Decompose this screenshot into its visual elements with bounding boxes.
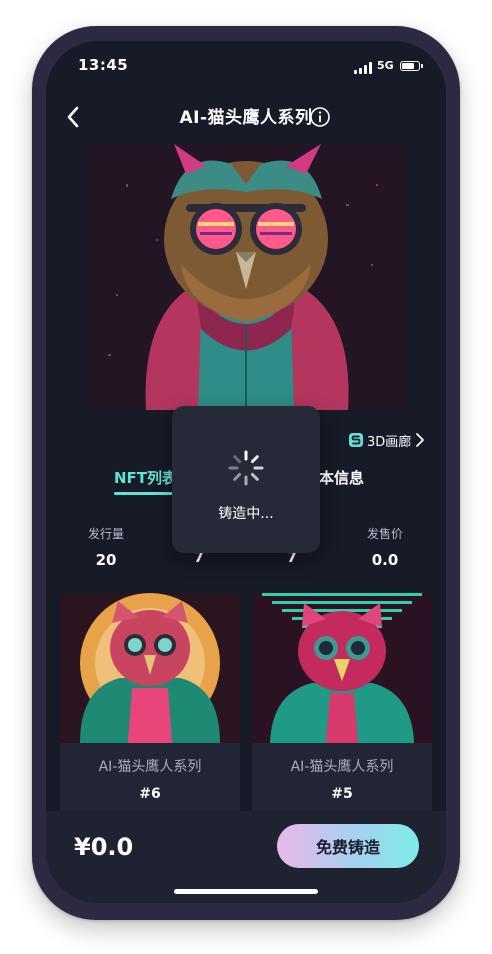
stat-value: 20 (95, 551, 117, 569)
tab-active-indicator (114, 492, 178, 495)
app-screen: 13:45 5G AI-猫头鹰人系列 3D画廊 NFT列表 基本信息 发行量 2… (46, 41, 446, 903)
nft-card[interactable]: AI-猫头鹰人系列 #6 (60, 593, 240, 823)
loading-text: 铸造中... (218, 506, 274, 522)
battery-icon (400, 61, 423, 71)
nft-card[interactable]: AI-猫头鹰人系列 #5 (252, 593, 432, 823)
gallery-3d-icon (349, 433, 363, 447)
phone-frame: 13:45 5G AI-猫头鹰人系列 3D画廊 NFT列表 基本信息 发行量 2… (32, 26, 460, 920)
tab-nft-list[interactable]: NFT列表 (114, 467, 177, 488)
status-time: 13:45 (78, 56, 129, 74)
free-mint-button[interactable]: 免费铸造 (277, 824, 419, 868)
network-type: 5G (377, 59, 394, 72)
stat-price: 发售价 0.0 (340, 525, 430, 569)
nft-card-name: AI-猫头鹰人系列 (290, 759, 394, 775)
stat-label: 发行量 (87, 527, 124, 541)
gallery-3d-link[interactable]: 3D画廊 (348, 428, 426, 452)
home-indicator[interactable] (174, 889, 318, 894)
info-button[interactable] (309, 106, 331, 128)
loading-toast: 铸造中... (172, 406, 320, 553)
chevron-right-icon (416, 433, 425, 447)
page-title: AI-猫头鹰人系列 (179, 108, 313, 128)
stat-issued: 发行量 20 (61, 525, 151, 569)
nft-card-number: #5 (331, 786, 353, 802)
nft-card-number: #6 (139, 786, 161, 802)
nft-card-image (60, 593, 240, 743)
hero-artwork (86, 144, 406, 410)
nft-card-name: AI-猫头鹰人系列 (98, 759, 202, 775)
stat-value: 0.0 (371, 551, 399, 569)
info-icon (310, 107, 330, 127)
stat-label: 发售价 (366, 527, 403, 541)
gallery-3d-label: 3D画廊 (367, 434, 412, 450)
signal-icon (354, 62, 372, 74)
loading-spinner-icon (228, 450, 264, 486)
mint-price: ¥0.0 (74, 833, 134, 861)
status-bar: 13:45 5G (46, 41, 446, 91)
nft-card-image (252, 593, 432, 743)
